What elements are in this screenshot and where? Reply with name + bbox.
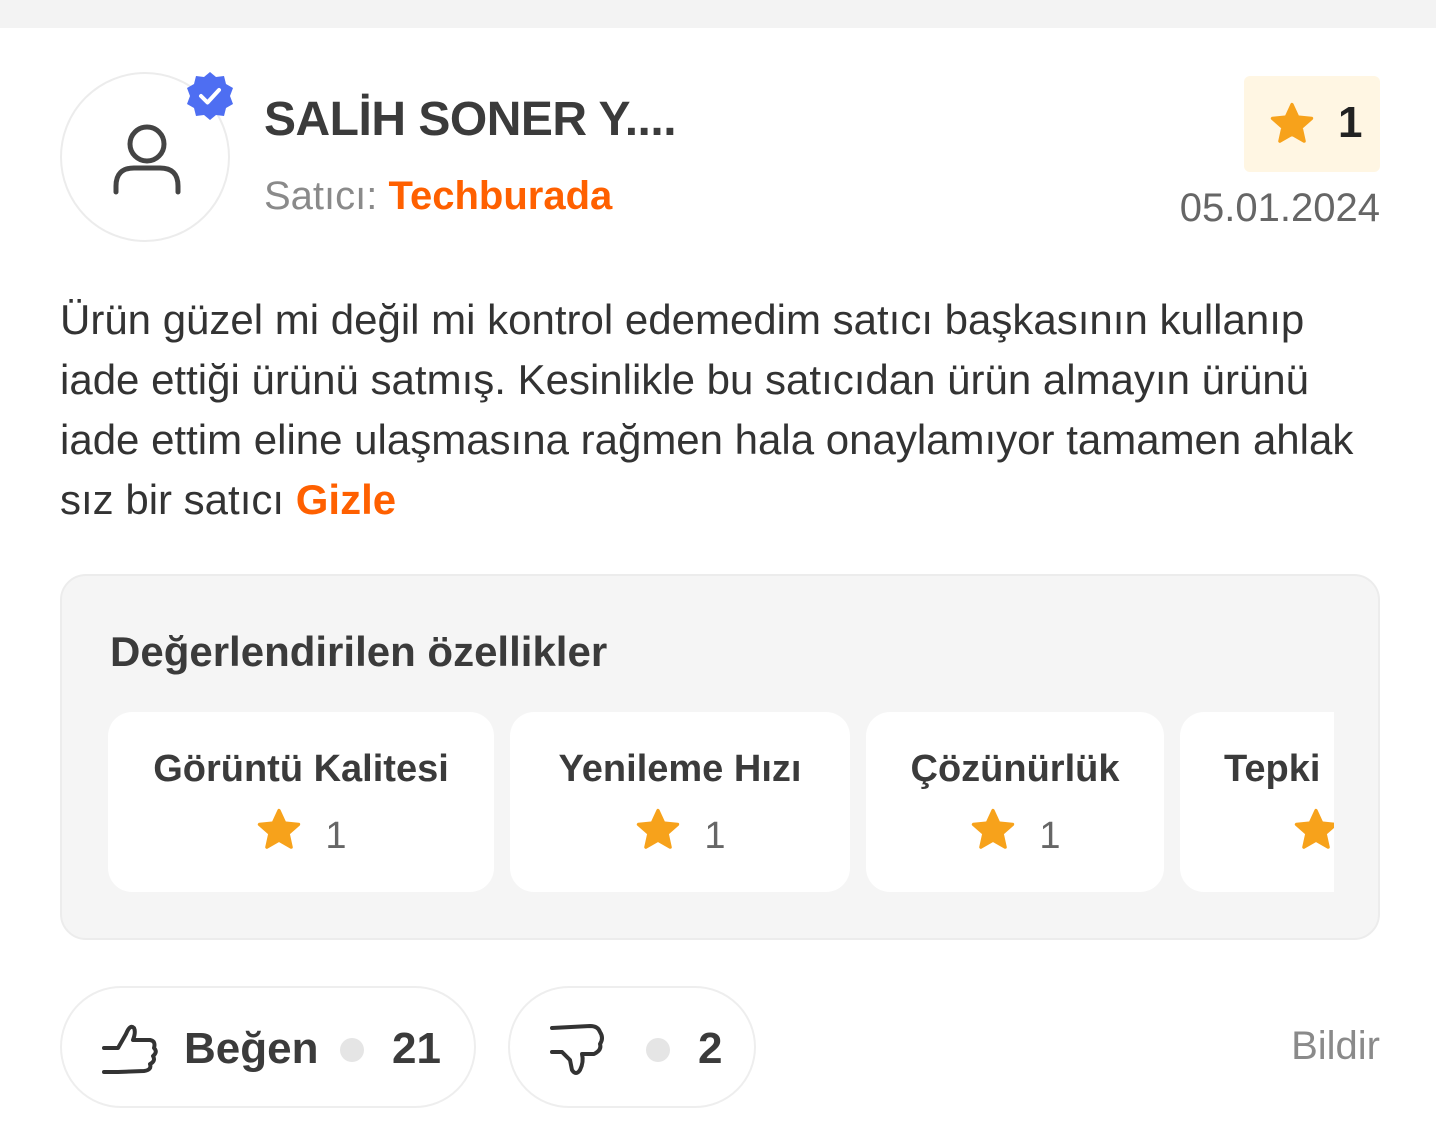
like-label: Beğen <box>184 1024 319 1073</box>
thumbs-up-icon <box>102 1024 158 1074</box>
feature-name: Tepki <box>1224 748 1321 790</box>
feature-rating: 1 <box>866 808 1164 858</box>
feature-rating: 1 <box>1292 808 1334 858</box>
reviewer-name: SALİH SONER Y.... <box>264 93 677 146</box>
star-icon <box>258 808 301 849</box>
separator-dot <box>340 1038 364 1062</box>
star-icon <box>637 808 680 849</box>
star-icon <box>1270 102 1314 143</box>
dislike-button[interactable]: 2 <box>508 986 756 1108</box>
feature-rating: 1 <box>108 808 494 858</box>
rating-value: 1 <box>1338 98 1363 147</box>
feature-rating-value: 1 <box>325 815 347 857</box>
features-title: Değerlendirilen özellikler <box>110 628 608 675</box>
star-icon <box>972 808 1015 849</box>
seller-label: Satıcı: <box>264 174 378 218</box>
feature-rating-value: 1 <box>704 815 726 857</box>
user-icon <box>113 124 181 195</box>
like-count: 21 <box>392 1024 441 1073</box>
seller-name-link[interactable]: Techburada <box>389 174 613 218</box>
feature-name: Yenileme Hızı <box>558 748 802 790</box>
report-link[interactable]: Bildir <box>1291 1024 1380 1069</box>
feature-name: Çözünürlük <box>910 748 1120 790</box>
feature-card: Çözünürlük 1 <box>866 712 1164 892</box>
star-icon <box>1294 808 1334 849</box>
features-scroller[interactable]: Görüntü Kalitesi 1 Yenileme Hızı 1 Çözün… <box>108 712 1334 894</box>
feature-card: Tepki 1 <box>1180 712 1334 892</box>
seller-line: Satıcı: Techburada <box>264 174 612 219</box>
hide-link[interactable]: Gizle <box>296 476 396 523</box>
dislike-count: 2 <box>698 1024 723 1073</box>
review-text: Ürün güzel mi değil mi kontrol edemedim … <box>60 290 1380 530</box>
feature-card: Yenileme Hızı 1 <box>510 712 850 892</box>
feature-rating-value: 1 <box>1039 815 1061 857</box>
feature-card: Görüntü Kalitesi 1 <box>108 712 494 892</box>
like-button[interactable]: Beğen 21 <box>60 986 476 1108</box>
feature-rating: 1 <box>510 808 850 858</box>
thumbs-down-icon <box>550 1024 604 1075</box>
verified-badge-icon <box>187 72 233 120</box>
separator-dot <box>646 1038 670 1062</box>
top-strip <box>0 0 1436 28</box>
rated-features-panel: Değerlendirilen özellikler Görüntü Kalit… <box>60 574 1380 940</box>
review-body: Ürün güzel mi değil mi kontrol edemedim … <box>60 296 1354 523</box>
feature-name: Görüntü Kalitesi <box>153 748 449 790</box>
review-date: 05.01.2024 <box>1179 186 1380 230</box>
rating-badge: 1 <box>1244 76 1380 172</box>
